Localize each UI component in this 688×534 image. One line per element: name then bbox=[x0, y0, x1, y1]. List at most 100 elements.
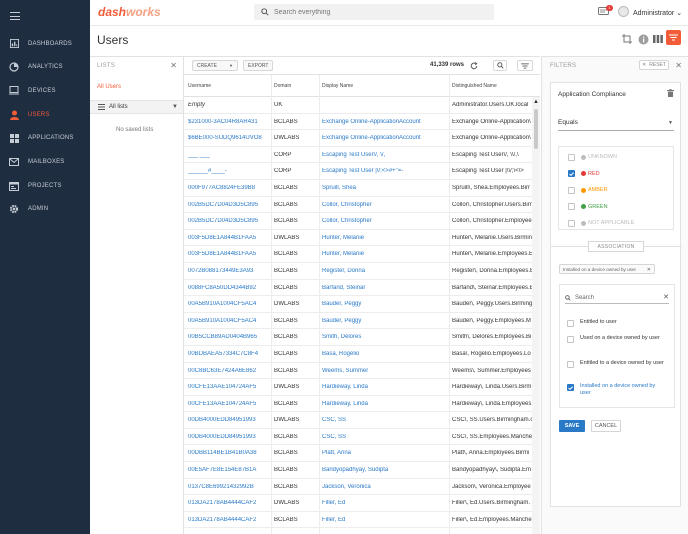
cell-username[interactable]: 00CFE13AAE104724AF5 bbox=[188, 384, 272, 390]
table-row[interactable]: 002B5DC7D04D3D5C895 BCLABS Collor, Christo… bbox=[184, 213, 532, 230]
compliance-option-red[interactable]: RED bbox=[568, 169, 600, 179]
compliance-option-not-applicable[interactable]: NOT APPLICABLE bbox=[568, 218, 634, 228]
cell-username[interactable]: 013DA2178AB4444CAF2 bbox=[188, 517, 272, 523]
cell-username[interactable]: 00A5B910A1004CF5AC4 bbox=[188, 301, 272, 307]
create-button[interactable]: CREATE ▼ bbox=[192, 60, 238, 71]
export-button[interactable]: EXPORT bbox=[243, 60, 274, 71]
table-search-button[interactable] bbox=[493, 60, 507, 71]
reset-button[interactable]: ✕ RESET bbox=[639, 60, 669, 70]
table-row[interactable]: 0137C8E69921432992B BCLABS Jackson, Veroni… bbox=[184, 479, 532, 496]
all-users-link[interactable]: All Users bbox=[97, 84, 121, 90]
sidebar-item-admin[interactable]: ADMIN bbox=[0, 198, 90, 221]
association-option[interactable]: Installed on a device owned by user bbox=[567, 383, 667, 397]
table-row[interactable]: 00A5B910A1004CF5AC4 DWLABS Bauder, Peggy Ba… bbox=[184, 296, 532, 313]
table-row[interactable]: 003F5D8E1A844B1FAA5 BCLABS Hunter, Melanie… bbox=[184, 246, 533, 263]
column-header-domain[interactable]: Domain bbox=[274, 83, 291, 89]
table-row[interactable]: 013DA2178AB4444CAF2 DWLABS Filler, Ed Fille… bbox=[184, 495, 532, 512]
refresh-icon[interactable] bbox=[467, 60, 481, 71]
table-row[interactable]: 00C8BC63E7424A6E862 BCLABS Weems, Summer We… bbox=[184, 363, 532, 380]
checkbox[interactable] bbox=[568, 153, 575, 161]
cell-display-name[interactable]: Filler, Ed bbox=[322, 500, 448, 506]
cell-display-name[interactable]: Exchange Online-ApplicationAccount bbox=[322, 135, 448, 141]
cell-username[interactable]: 00E5AF7E8E154E87B1A bbox=[188, 467, 272, 473]
cell-username[interactable]: $231000-3AC04R8AR431 bbox=[188, 119, 272, 125]
cell-display-name[interactable]: Bauder, Peggy bbox=[322, 301, 448, 307]
scroll-up-icon[interactable]: ▲ bbox=[533, 99, 539, 105]
table-row[interactable]: 00DBB114BE1B41B0A38 BCLABS Platt, Anna Plat… bbox=[184, 445, 532, 463]
close-icon[interactable]: ✕ bbox=[647, 267, 651, 273]
checkbox[interactable] bbox=[567, 320, 574, 327]
compliance-option-amber[interactable]: AMBER bbox=[568, 185, 608, 195]
table-row[interactable]: 013DA2178AB4444CAF2 BCLABS Filler, Ed Fille… bbox=[184, 512, 532, 529]
table-row[interactable]: $231000-3AC04R8AR431 BCLABS Exchange Onlin… bbox=[184, 114, 532, 131]
cell-username[interactable]: 00CFE13AAE104724AF5 bbox=[188, 401, 272, 407]
table-row[interactable]: 00A5B910A1004CF5AC4 BCLABS Bauder, Peggy Ba… bbox=[184, 313, 532, 330]
cell-username[interactable]: 0072B088173449E3A93 bbox=[188, 268, 272, 274]
cell-display-name[interactable]: CSC, SS bbox=[322, 434, 448, 440]
checkbox[interactable] bbox=[568, 170, 575, 177]
cell-username[interactable]: 00DBB114BE1B41B0A38 bbox=[188, 450, 272, 456]
sidebar-item-users[interactable]: USERS bbox=[0, 103, 90, 126]
checkbox[interactable] bbox=[568, 219, 575, 227]
cell-display-name[interactable]: Basa, Rogelio bbox=[322, 351, 448, 357]
compliance-option-green[interactable]: GREEN bbox=[568, 202, 608, 212]
filter-toggle-button[interactable] bbox=[666, 30, 681, 45]
table-row[interactable]: 00DB4000EDD84951993 BCLABS CSC, SS CSC\, SS… bbox=[184, 429, 532, 446]
operator-select[interactable]: Equals ▼ bbox=[558, 119, 674, 131]
association-chip[interactable]: Installed on a device owned by user ✕ bbox=[559, 264, 655, 274]
table-row[interactable]: 00BDBAEA57334C7C8F4 BCLABS Basa, Rogelio Ba… bbox=[184, 346, 532, 363]
cell-username[interactable]: $6BE000-SUDQ9614UVO8 bbox=[188, 135, 272, 141]
table-row[interactable]: 00DB4000EDD84951993 DWLABS CSC, SS CSC\, SS… bbox=[184, 412, 533, 429]
cell-display-name[interactable]: Bandyopadhyay, Sudipta bbox=[322, 467, 448, 473]
checkbox[interactable] bbox=[568, 203, 575, 210]
sidebar-item-devices[interactable]: DEVICES bbox=[0, 79, 90, 102]
checkbox[interactable] bbox=[568, 186, 575, 194]
association-option[interactable]: Used on a device owned by user bbox=[567, 335, 667, 343]
cell-display-name[interactable]: Escaping Test User\/, \/, bbox=[322, 152, 448, 158]
cell-username[interactable]: 00DB4000EDD84951993 bbox=[188, 434, 272, 440]
cell-display-name[interactable]: Collor, Christopher bbox=[322, 202, 448, 208]
association-toggle[interactable]: ASSOCIATION bbox=[588, 241, 644, 252]
cell-username[interactable]: 00BDBAEA57334C7C8F4 bbox=[188, 351, 272, 357]
checkbox[interactable] bbox=[567, 384, 574, 391]
table-row[interactable]: 00CFE13AAE104724AF5 BCLABS Hardieway, Lind… bbox=[184, 396, 532, 413]
cell-display-name[interactable]: CSC, SS bbox=[322, 417, 448, 423]
sidebar-item-dashboards[interactable]: DASHBOARDS bbox=[0, 32, 90, 55]
table-row[interactable]: 00B5CCB89AD0404B965 BCLABS Smith, Delores S… bbox=[184, 329, 532, 346]
cell-username[interactable]: 0137C8E69921432992B bbox=[188, 484, 272, 490]
app-logo[interactable]: dashworks bbox=[98, 5, 161, 19]
cell-display-name[interactable]: Exchange Online-ApplicationAccount bbox=[322, 119, 448, 125]
user-menu[interactable]: Administrator ⌄ bbox=[633, 9, 682, 17]
checkbox[interactable] bbox=[567, 361, 574, 368]
cell-username[interactable]: 003F5D8E1A844B1FAA5 bbox=[188, 235, 272, 241]
association-search[interactable]: Search ✕ bbox=[565, 292, 669, 304]
table-row[interactable]: 002B5DC7D04D3D5C895 BCLABS Collor, Christo… bbox=[184, 197, 532, 214]
vertical-scrollbar[interactable]: ▲ bbox=[532, 97, 540, 534]
cell-display-name[interactable]: Bauder, Peggy bbox=[322, 318, 448, 324]
table-row[interactable]: 0088FC8A50DD4344B92 BCLABS Barfand, Steina… bbox=[184, 280, 534, 297]
table-row[interactable]: 0072B088173449E3A93 BCLABS Register, Donna… bbox=[184, 263, 534, 280]
checkbox[interactable] bbox=[567, 336, 574, 343]
cell-username[interactable]: 00DB4000EDD84951993 bbox=[188, 417, 272, 423]
cell-display-name[interactable]: Hunter, Melanie bbox=[322, 251, 448, 257]
column-header-display-name[interactable]: Display Name bbox=[322, 83, 353, 89]
association-option[interactable]: Entitled to a device owned by user bbox=[567, 360, 667, 368]
sidebar-item-analytics[interactable]: ANALYTICS bbox=[0, 56, 90, 79]
cell-username[interactable]: 00C8BC63E7424A6E862 bbox=[188, 368, 272, 374]
cell-username[interactable]: 002B5DC7D04D3D5C895 bbox=[188, 202, 272, 208]
global-search[interactable] bbox=[254, 4, 494, 20]
cell-display-name[interactable]: Filler, Ed bbox=[322, 517, 448, 523]
avatar[interactable] bbox=[618, 6, 629, 17]
cell-display-name[interactable]: Hardieway, Linda bbox=[322, 384, 448, 390]
column-header-distinguished-name[interactable]: Distinguished Name bbox=[452, 83, 497, 89]
cell-username[interactable]: 0088FC8A50DD4344B92 bbox=[188, 285, 272, 291]
table-filter-button[interactable] bbox=[517, 60, 533, 71]
search-input[interactable] bbox=[274, 8, 474, 16]
compliance-option-unknown[interactable]: UNKNOWN bbox=[568, 152, 617, 162]
table-row[interactable]: Empty UK Administrator.Users.UK.local bbox=[184, 97, 532, 114]
cell-username[interactable]: ___ ___ bbox=[188, 152, 272, 158]
table-row[interactable]: 003F5D8E1A844B1FAA5 DWLABS Hunter, Melanie… bbox=[184, 230, 532, 247]
close-icon[interactable]: ✕ bbox=[675, 61, 682, 70]
cancel-button[interactable]: CANCEL bbox=[591, 420, 621, 432]
all-lists-dropdown[interactable]: All lists ▼ bbox=[90, 100, 183, 114]
